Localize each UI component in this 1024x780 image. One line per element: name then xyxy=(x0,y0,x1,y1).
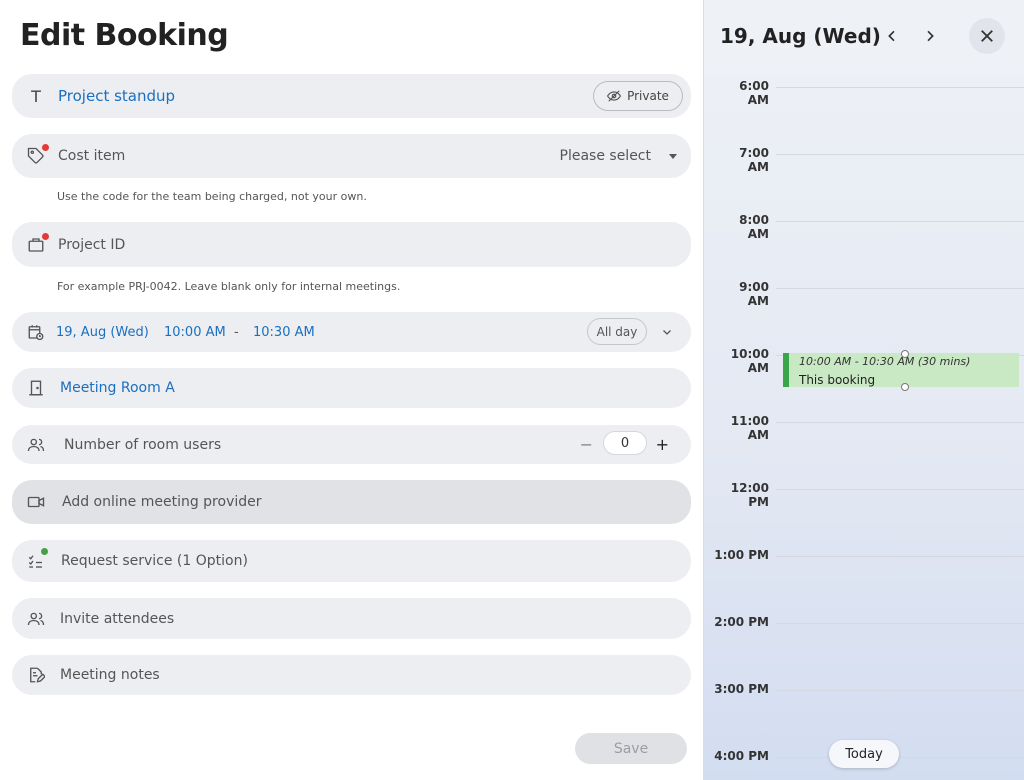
booking-name-field[interactable]: T Project standup Private xyxy=(12,74,691,118)
hour-label: 2:00 PM xyxy=(714,615,769,629)
room-users-input[interactable]: 0 xyxy=(603,431,647,455)
end-time-picker[interactable]: 10:30 AM xyxy=(253,325,315,340)
project-id-hint: For example PRJ-0042. Leave blank only f… xyxy=(57,280,401,293)
hour-slot[interactable]: 6:00 AM xyxy=(704,79,1024,107)
hour-label: 11:00 AM xyxy=(730,414,769,442)
door-icon xyxy=(26,378,46,398)
checklist-icon xyxy=(26,548,48,571)
text-icon: T xyxy=(31,86,41,106)
resize-handle-bottom[interactable] xyxy=(901,383,909,391)
date-picker[interactable]: 19, Aug (Wed) xyxy=(56,325,149,340)
all-day-toggle[interactable]: All day xyxy=(587,318,647,345)
hour-slot[interactable]: 8:00 AM xyxy=(704,213,1024,241)
hour-label: 12:00 PM xyxy=(730,481,769,509)
room-users-row: Number of room users − 0 + xyxy=(12,425,691,464)
meeting-notes-label: Meeting notes xyxy=(60,667,160,683)
service-indicator xyxy=(41,548,48,555)
calendar-panel: 19, Aug (Wed) 6:00 AM 7:00 AM 8:00 AM 9:… xyxy=(703,0,1024,780)
cost-item-value: Please select xyxy=(559,148,651,164)
hour-label: 8:00 AM xyxy=(739,213,769,241)
chevron-left-icon[interactable] xyxy=(884,28,900,44)
decrement-button[interactable]: − xyxy=(580,435,593,454)
chevron-right-icon[interactable] xyxy=(922,28,938,44)
invite-attendees-label: Invite attendees xyxy=(60,610,175,627)
hour-label: 9:00 AM xyxy=(739,280,769,308)
datetime-row: 19, Aug (Wed) 10:00 AM - 10:30 AM All da… xyxy=(12,312,691,352)
chevron-down-icon[interactable] xyxy=(661,326,673,338)
page-title: Edit Booking xyxy=(20,18,229,53)
hour-slot[interactable]: 3:00 PM xyxy=(704,682,1024,696)
project-id-label: Project ID xyxy=(58,236,126,253)
hour-label: 10:00 AM xyxy=(730,347,769,375)
note-edit-icon xyxy=(26,665,46,685)
request-service-button[interactable]: Request service (1 Option) xyxy=(12,540,691,582)
hour-label: 4:00 PM xyxy=(714,749,769,763)
calendar-header: 19, Aug (Wed) xyxy=(704,0,1024,75)
today-button[interactable]: Today xyxy=(829,740,899,768)
private-label: Private xyxy=(627,89,669,103)
time-separator: - xyxy=(234,324,239,340)
hour-label: 7:00 AM xyxy=(739,146,769,174)
video-camera-icon xyxy=(26,492,46,512)
resize-handle-top[interactable] xyxy=(901,350,909,358)
request-service-label: Request service (1 Option) xyxy=(61,553,248,569)
event-time: 10:00 AM - 10:30 AM (30 mins) xyxy=(799,355,971,368)
caret-down-icon xyxy=(669,153,677,159)
booking-event[interactable]: 10:00 AM - 10:30 AM (30 mins) This booki… xyxy=(783,353,1019,387)
eye-off-icon xyxy=(607,90,622,102)
cost-item-hint: Use the code for the team being charged,… xyxy=(57,190,367,203)
booking-name-value: Project standup xyxy=(58,87,176,105)
hour-label: 1:00 PM xyxy=(714,548,769,562)
hour-slot[interactable]: 2:00 PM xyxy=(704,615,1024,629)
save-button[interactable]: Save xyxy=(575,733,687,764)
room-users-label: Number of room users xyxy=(64,436,222,453)
cost-item-label: Cost item xyxy=(58,148,126,164)
calendar-date: 19, Aug (Wed) xyxy=(720,24,881,48)
event-name: This booking xyxy=(799,373,876,387)
online-meeting-button[interactable]: Add online meeting provider xyxy=(12,480,691,524)
invite-attendees-button[interactable]: Invite attendees xyxy=(12,598,691,639)
hour-slot[interactable]: 11:00 AM xyxy=(704,414,1024,442)
room-value: Meeting Room A xyxy=(60,380,175,396)
hour-slot[interactable]: 12:00 PM xyxy=(704,481,1024,509)
tag-icon xyxy=(26,144,49,166)
room-field[interactable]: Meeting Room A xyxy=(12,368,691,408)
increment-button[interactable]: + xyxy=(656,435,669,454)
required-indicator xyxy=(42,232,49,240)
users-icon xyxy=(26,609,46,629)
briefcase-icon xyxy=(26,232,49,255)
cost-item-select[interactable]: Cost item Please select xyxy=(12,134,691,178)
close-button[interactable] xyxy=(969,18,1005,54)
required-indicator xyxy=(42,144,49,151)
start-time-picker[interactable]: 10:00 AM xyxy=(164,325,226,340)
meeting-notes-button[interactable]: Meeting notes xyxy=(12,655,691,695)
calendar-clock-icon xyxy=(26,322,46,342)
private-toggle-button[interactable]: Private xyxy=(593,81,683,111)
hour-slot[interactable]: 9:00 AM xyxy=(704,280,1024,308)
online-meeting-label: Add online meeting provider xyxy=(62,494,262,510)
users-icon xyxy=(26,435,46,455)
hour-label: 6:00 AM xyxy=(739,79,769,107)
hour-slot[interactable]: 1:00 PM xyxy=(704,548,1024,562)
close-icon xyxy=(981,30,993,42)
project-id-field[interactable]: Project ID xyxy=(12,222,691,267)
hour-label: 3:00 PM xyxy=(714,682,769,696)
hour-slot[interactable]: 7:00 AM xyxy=(704,146,1024,174)
edit-booking-panel: Edit Booking T Project standup Private C… xyxy=(0,0,703,780)
